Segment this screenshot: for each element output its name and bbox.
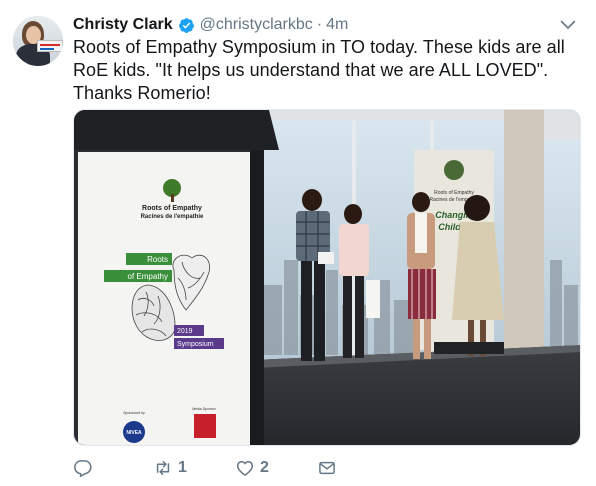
- tweet-text: Roots of Empathy Symposium in TO today. …: [73, 37, 565, 103]
- user-name[interactable]: Christy Clark: [73, 16, 173, 34]
- media-sponsor-label: Media Sponsor: [192, 407, 216, 411]
- avatar[interactable]: [13, 16, 63, 66]
- tweet-header: Christy Clark @christyclarkbc · 4m: [73, 15, 348, 35]
- like-button[interactable]: 2: [235, 456, 317, 480]
- back-banner-line1: Roots of Empathy: [434, 190, 474, 196]
- envelope-icon: [319, 461, 335, 475]
- sponsor-nivea: NIVEA: [126, 430, 142, 436]
- separator-dot: ·: [316, 16, 323, 33]
- reply-icon: [74, 460, 92, 477]
- verified-badge-icon: [178, 17, 194, 33]
- retweet-button[interactable]: 1: [153, 456, 235, 480]
- sponsored-by-label: Sponsored by: [123, 411, 145, 415]
- tweet-actions: 1 2: [73, 456, 337, 480]
- user-handle[interactable]: @christyclarkbc: [200, 16, 313, 34]
- label-symposium: Symposium: [177, 341, 214, 348]
- globe-and-mail-logo: [194, 414, 216, 438]
- tweet-card[interactable]: Christy Clark @christyclarkbc · 4m Roots…: [0, 0, 596, 486]
- reply-button[interactable]: [73, 456, 153, 480]
- timestamp[interactable]: 4m: [326, 16, 348, 34]
- label-year: 2019: [177, 328, 193, 335]
- direct-message-button[interactable]: [317, 456, 337, 480]
- label-roots: Roots: [147, 255, 168, 264]
- tweet-photo[interactable]: Roots of Empathy Racines de l'empathie C…: [73, 109, 581, 446]
- chevron-down-icon[interactable]: [560, 19, 576, 31]
- retweet-icon: [156, 461, 170, 475]
- heart-icon: [236, 461, 254, 476]
- banner-subtitle: Racines de l'empathie: [141, 214, 204, 220]
- photo-scene: Roots of Empathy Racines de l'empathie C…: [74, 110, 580, 445]
- retweet-count: 1: [178, 459, 187, 476]
- banner-title: Roots of Empathy: [142, 205, 202, 212]
- like-count: 2: [260, 459, 269, 476]
- label-of-empathy: of Empathy: [128, 272, 168, 281]
